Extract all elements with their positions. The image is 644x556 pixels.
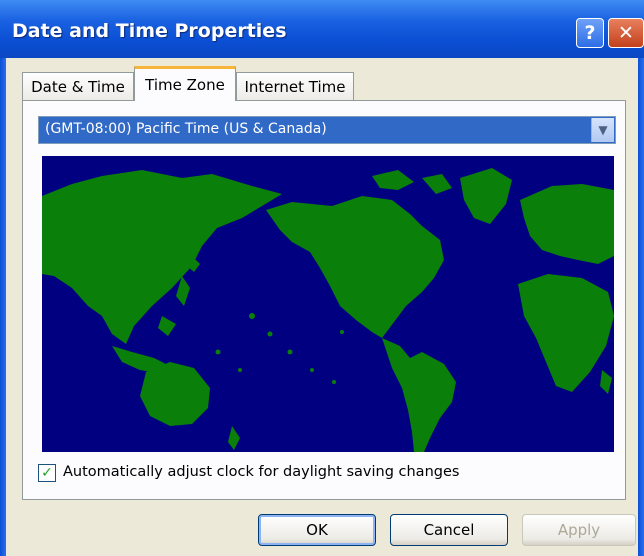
help-button[interactable]: ? xyxy=(576,18,604,48)
apply-button: Apply xyxy=(522,514,636,546)
date-time-properties-window: Date and Time Properties ? ✕ Date & Time… xyxy=(0,0,644,556)
cancel-button[interactable]: Cancel xyxy=(390,514,508,546)
tab-internet-time[interactable]: Internet Time xyxy=(236,72,354,100)
timezone-select[interactable]: (GMT-08:00) Pacific Time (US & Canada) ▼ xyxy=(38,116,616,144)
tab-time-zone[interactable]: Time Zone xyxy=(134,66,236,101)
daylight-saving-label[interactable]: Automatically adjust clock for daylight … xyxy=(63,464,459,480)
close-button[interactable]: ✕ xyxy=(608,18,644,48)
title-bar[interactable]: Date and Time Properties ? ✕ xyxy=(0,0,644,58)
world-map-icon xyxy=(42,156,614,452)
window-title: Date and Time Properties xyxy=(12,20,287,42)
window-left-border xyxy=(0,58,6,556)
tab-date-time[interactable]: Date & Time xyxy=(22,72,134,100)
timezone-select-value: (GMT-08:00) Pacific Time (US & Canada) xyxy=(45,121,327,137)
world-map[interactable] xyxy=(42,156,614,452)
daylight-saving-checkbox[interactable]: ✓ xyxy=(38,464,56,482)
ok-button[interactable]: OK xyxy=(258,514,376,546)
chevron-down-icon[interactable]: ▼ xyxy=(591,118,614,142)
window-right-border xyxy=(638,58,644,556)
